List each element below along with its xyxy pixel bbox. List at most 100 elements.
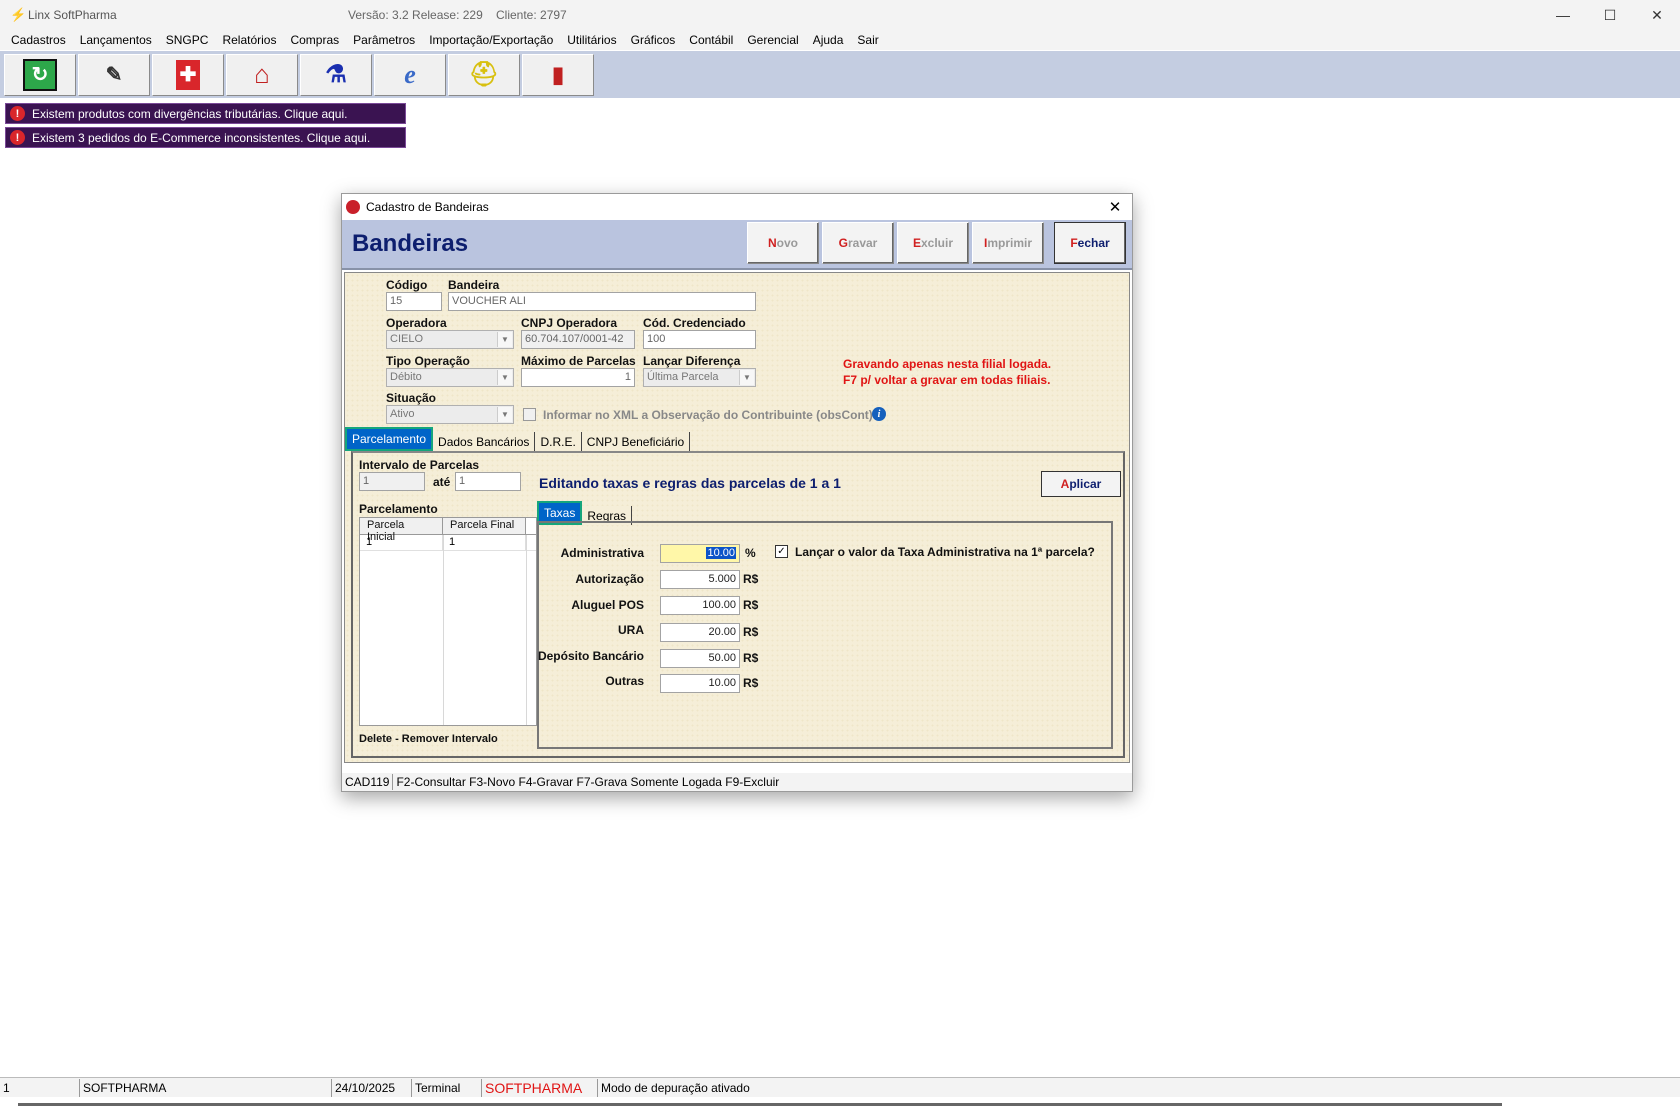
parcelamento-grid[interactable]: Parcela Inicial Parcela Final 1 1: [359, 517, 537, 726]
table-row[interactable]: 1 1: [360, 535, 536, 551]
menu-lancamentos[interactable]: Lançamentos: [73, 33, 159, 47]
horizontal-scrollbar[interactable]: [18, 1103, 1502, 1106]
button-label: echar: [1077, 236, 1110, 250]
operadora-select[interactable]: CIELO ▼: [386, 330, 514, 349]
toolbar-helmet-button[interactable]: ⛑: [448, 53, 520, 96]
app-title: Linx SoftPharma: [28, 8, 117, 22]
aluguel-pos-label: Aluguel POS: [571, 598, 644, 612]
close-window-button[interactable]: ✕: [1634, 0, 1680, 30]
menu-sair[interactable]: Sair: [850, 33, 885, 47]
menu-ajuda[interactable]: Ajuda: [806, 33, 851, 47]
intervalo-to-field[interactable]: 1: [455, 472, 521, 491]
menu-parametros[interactable]: Parâmetros: [346, 33, 422, 47]
editing-message: Editando taxas e regras das parcelas de …: [539, 475, 841, 491]
menu-graficos[interactable]: Gráficos: [624, 33, 683, 47]
alert-text: Existem 3 pedidos do E-Commerce inconsis…: [32, 130, 371, 145]
deposito-label: Depósito Bancário: [537, 649, 644, 663]
hotkey: N: [767, 236, 777, 250]
app-client: Cliente: 2797: [496, 8, 567, 22]
tab-dre[interactable]: D.R.E.: [535, 432, 582, 451]
deposito-field[interactable]: 50.00: [660, 649, 740, 668]
chevron-down-icon: ▼: [497, 407, 512, 422]
menu-gerencial[interactable]: Gerencial: [740, 33, 805, 47]
lancar-taxa-checkbox[interactable]: ✓: [775, 545, 788, 558]
main-tabs: Parcelamento Dados Bancários D.R.E. CNPJ…: [345, 427, 691, 451]
info-icon[interactable]: i: [872, 407, 886, 421]
dialog-close-button[interactable]: ✕: [1104, 196, 1126, 218]
hotkey: F: [1070, 236, 1078, 250]
credenciado-field[interactable]: 100: [643, 330, 756, 349]
delete-hint: Delete - Remover Intervalo: [359, 733, 498, 745]
tipo-operacao-value: Débito: [390, 371, 422, 383]
alert-tax-divergence[interactable]: ! Existem produtos com divergências trib…: [5, 103, 406, 124]
intervalo-label: Intervalo de Parcelas: [359, 458, 480, 472]
page-title: Bandeiras: [352, 230, 469, 257]
ura-unit: R$: [743, 625, 759, 639]
menu-compras[interactable]: Compras: [283, 33, 346, 47]
administrativa-field[interactable]: 10.00: [660, 544, 740, 563]
lancar-taxa-label: Lançar o valor da Taxa Administrativa na…: [795, 545, 1095, 559]
situacao-select[interactable]: Ativo ▼: [386, 405, 514, 424]
tab-dados-bancarios[interactable]: Dados Bancários: [433, 432, 536, 451]
menu-sngpc[interactable]: SNGPC: [159, 33, 216, 47]
outras-unit: R$: [743, 676, 759, 690]
aplicar-button[interactable]: Aplicar: [1041, 471, 1121, 497]
autorizacao-field[interactable]: 5.000: [660, 570, 740, 589]
chevron-down-icon: ▼: [497, 370, 512, 385]
toolbar-notepad-button[interactable]: ✎: [78, 53, 150, 96]
menu-relatorios[interactable]: Relatórios: [215, 33, 283, 47]
menu-cadastros[interactable]: Cadastros: [4, 33, 73, 47]
flask-icon: ⚗: [325, 61, 347, 88]
cnpj-field[interactable]: 60.704.107/0001-42: [521, 330, 635, 349]
toolbar-refresh-button[interactable]: ↻: [4, 53, 76, 96]
administrativa-value: 10.00: [706, 547, 736, 559]
intervalo-from-field[interactable]: 1: [359, 472, 425, 491]
ate-label: até: [433, 475, 451, 489]
novo-button[interactable]: Novo: [747, 222, 819, 264]
alert-ecommerce-orders[interactable]: ! Existem 3 pedidos do E-Commerce incons…: [5, 127, 406, 148]
lancar-diferenca-label: Lançar Diferença: [643, 354, 741, 368]
fechar-button[interactable]: Fechar: [1054, 222, 1126, 264]
tipo-operacao-select[interactable]: Débito ▼: [386, 368, 514, 387]
operadora-label: Operadora: [386, 316, 447, 330]
toolbar-nfe-button[interactable]: e: [374, 53, 446, 96]
notepad-icon: ✎: [105, 64, 123, 86]
shortcut-hints: F2-Consultar F3-Novo F4-Gravar F7-Grava …: [396, 775, 780, 789]
ura-field[interactable]: 20.00: [660, 623, 740, 642]
menu-utilitarios[interactable]: Utilitários: [560, 33, 623, 47]
excluir-button[interactable]: Excluir: [897, 222, 969, 264]
status-brand: SOFTPHARMA: [482, 1078, 598, 1097]
hotkey: A: [1060, 477, 1070, 491]
grid-header-inicial[interactable]: Parcela Inicial: [360, 518, 443, 543]
grid-cell: 1: [360, 535, 443, 550]
grid-header-final[interactable]: Parcela Final: [443, 518, 526, 534]
aluguel-pos-field[interactable]: 100.00: [660, 596, 740, 615]
minimize-button[interactable]: —: [1540, 0, 1586, 30]
xml-obs-label: Informar no XML a Observação do Contribu…: [543, 408, 873, 422]
codigo-field[interactable]: 15: [386, 292, 442, 311]
dialog-status-bar: CAD119 F2-Consultar F3-Novo F4-Gravar F7…: [342, 773, 1132, 791]
lancar-diferenca-value: Última Parcela: [647, 371, 719, 383]
imprimir-button[interactable]: Imprimir: [972, 222, 1044, 264]
toolbar-house-button[interactable]: ⌂: [226, 53, 298, 96]
operadora-value: CIELO: [390, 333, 424, 345]
dialog-title-bar: Cadastro de Bandeiras ✕: [342, 194, 1132, 220]
tab-parcelamento[interactable]: Parcelamento: [345, 427, 434, 451]
bandeira-label: Bandeira: [448, 278, 500, 292]
maximize-button[interactable]: ☐: [1587, 0, 1633, 30]
ura-label: URA: [618, 623, 644, 637]
toolbar-exit-button[interactable]: ▮: [522, 53, 594, 96]
menu-importacao[interactable]: Importação/Exportação: [422, 33, 560, 47]
xml-obs-checkbox[interactable]: [523, 408, 536, 421]
lancar-diferenca-select[interactable]: Última Parcela ▼: [643, 368, 756, 387]
toolbar-pharmacy-button[interactable]: ✚: [152, 53, 224, 96]
outras-label: Outras: [605, 674, 644, 688]
tab-cnpj-beneficiario[interactable]: CNPJ Beneficiário: [581, 432, 691, 451]
toolbar-flask-button[interactable]: ⚗: [300, 53, 372, 96]
max-parcelas-field[interactable]: 1: [521, 368, 635, 387]
gravar-button[interactable]: Gravar: [822, 222, 894, 264]
outras-field[interactable]: 10.00: [660, 674, 740, 693]
button-label: ravar: [847, 236, 878, 250]
bandeira-field[interactable]: VOUCHER ALI: [448, 292, 756, 311]
menu-contabil[interactable]: Contábil: [682, 33, 740, 47]
